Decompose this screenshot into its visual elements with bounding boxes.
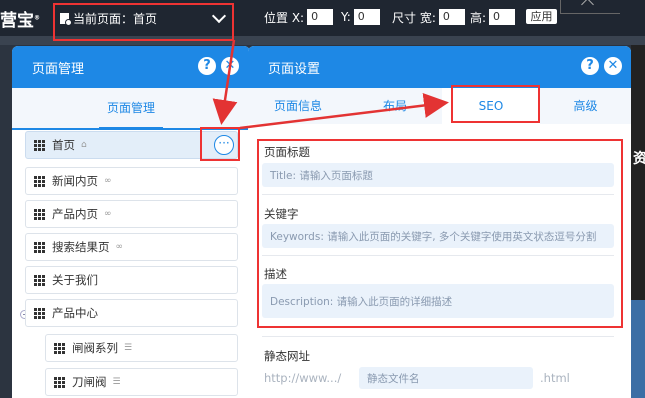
arrow-to-seo-tab <box>239 93 449 130</box>
arrow-to-more-button <box>212 39 238 125</box>
annotation-arrows <box>212 39 449 130</box>
